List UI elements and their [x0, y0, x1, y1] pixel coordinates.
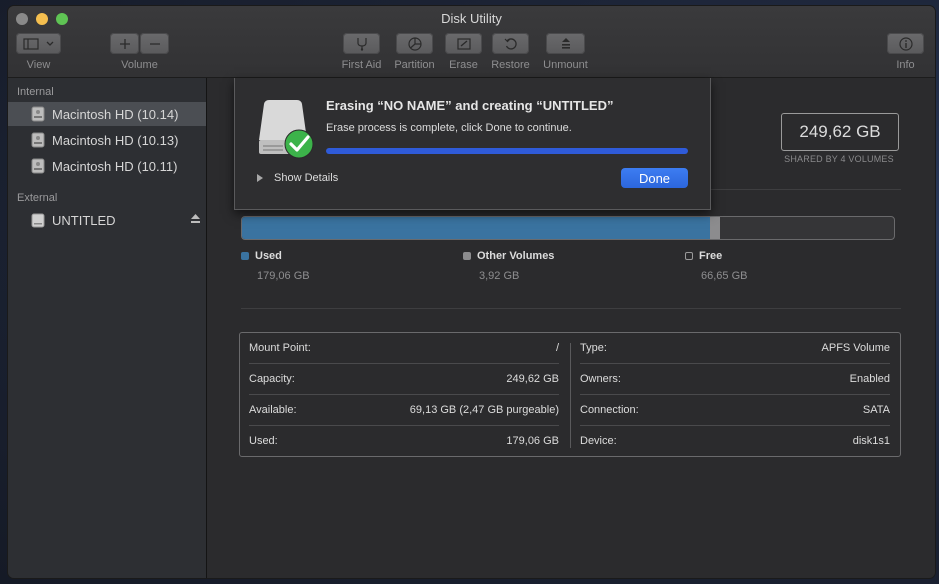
shared-volumes-label: SHARED BY 4 VOLUMES	[784, 154, 894, 164]
internal-disk-icon	[31, 132, 45, 148]
unmount-icon	[561, 37, 570, 49]
info-value: 179,06 GB	[506, 435, 559, 447]
erase-progress-sheet: Erasing “NO NAME” and creating “UNTITLED…	[234, 78, 711, 210]
volume-capacity: 249,62 GB	[781, 113, 899, 151]
partition-label: Partition	[394, 59, 435, 71]
sidebar-item-label: Macintosh HD (10.14)	[52, 106, 179, 122]
remove-volume-button[interactable]	[140, 33, 169, 54]
info-key: Owners:	[580, 373, 621, 385]
view-label: View	[26, 59, 51, 71]
info-key: Device:	[580, 435, 617, 447]
column-divider	[570, 343, 571, 448]
legend-used-name: Used	[255, 250, 282, 262]
done-button[interactable]: Done	[621, 168, 688, 188]
legend-other-volumes: Other Volumes 3,92 GB	[463, 250, 555, 282]
info-icon	[898, 36, 913, 51]
external-section-header: External	[17, 192, 58, 204]
sidebar-item-macintosh-hd-10-14[interactable]: Macintosh HD (10.14)	[8, 102, 206, 126]
view-button[interactable]	[16, 33, 61, 54]
info-key: Available:	[249, 404, 297, 416]
legend-free-name: Free	[699, 250, 723, 262]
sheet-message: Erase process is complete, click Done to…	[326, 122, 572, 134]
info-row-connection: Connection: SATA	[580, 395, 890, 426]
used-swatch	[241, 252, 249, 260]
info-key: Mount Point:	[249, 342, 311, 354]
erase-progress-bar	[326, 148, 688, 154]
unmount-label: Unmount	[543, 59, 588, 71]
info-value: /	[555, 342, 559, 354]
sidebar-item-macintosh-hd-10-13[interactable]: Macintosh HD (10.13)	[8, 128, 206, 152]
volume-info-table: Mount Point: / Capacity: 249,62 GB Avail…	[239, 332, 901, 457]
sidebar-icon	[22, 37, 53, 50]
free-swatch	[685, 252, 693, 260]
partition-button[interactable]	[396, 33, 433, 54]
sidebar-item-untitled[interactable]: UNTITLED	[8, 208, 206, 232]
info-row-used: Used: 179,06 GB	[249, 426, 559, 457]
info-value: Enabled	[849, 373, 890, 385]
add-volume-button[interactable]	[110, 33, 139, 54]
info-row-device: Device: disk1s1	[580, 426, 890, 457]
info-key: Capacity:	[249, 373, 295, 385]
volume-label: Volume	[121, 59, 158, 71]
legend-free-value: 66,65 GB	[701, 270, 748, 282]
info-button[interactable]	[887, 33, 924, 54]
legend-used-value: 179,06 GB	[257, 270, 310, 282]
info-key: Connection:	[580, 404, 639, 416]
usage-bar	[241, 216, 895, 240]
info-value: SATA	[862, 404, 890, 416]
stethoscope-icon	[356, 37, 367, 51]
sidebar-item-macintosh-hd-10-11[interactable]: Macintosh HD (10.11)	[8, 154, 206, 178]
usage-bar-other-segment	[709, 217, 720, 239]
eject-icon[interactable]	[191, 214, 200, 224]
info-key: Used:	[249, 435, 278, 447]
restore-button[interactable]	[492, 33, 529, 54]
info-value: APFS Volume	[821, 342, 890, 354]
info-value: 69,13 GB (2,47 GB purgeable)	[409, 404, 559, 416]
window-title: Disk Utility	[441, 11, 502, 26]
sheet-title: Erasing “NO NAME” and creating “UNTITLED…	[326, 98, 614, 113]
disclosure-triangle-icon	[257, 174, 263, 182]
info-row-available: Available: 69,13 GB (2,47 GB purgeable)	[249, 395, 559, 426]
usage-bar-used-segment	[242, 217, 710, 239]
show-details-label: Show Details	[274, 172, 339, 184]
toolbar: Disk Utility View Volume First Aid Parti…	[8, 6, 935, 78]
info-key: Type:	[580, 342, 607, 354]
internal-disk-icon	[31, 106, 45, 122]
minus-icon	[149, 42, 160, 45]
info-row-owners: Owners: Enabled	[580, 364, 890, 395]
info-value: 249,62 GB	[506, 373, 559, 385]
divider	[241, 308, 901, 309]
internal-section-header: Internal	[17, 86, 54, 98]
drive-success-icon	[259, 100, 314, 159]
disk-utility-window: Disk Utility View Volume First Aid Parti…	[8, 6, 935, 578]
external-disk-icon	[31, 213, 45, 228]
info-label: Info	[896, 59, 915, 71]
first-aid-label: First Aid	[341, 59, 382, 71]
erase-button[interactable]	[445, 33, 482, 54]
restore-icon	[504, 37, 517, 50]
legend-other-name: Other Volumes	[477, 250, 555, 262]
sidebar-item-label: Macintosh HD (10.11)	[52, 158, 178, 174]
sidebar: Internal Macintosh HD (10.14) Macintosh …	[8, 78, 207, 578]
info-row-type: Type: APFS Volume	[580, 333, 890, 364]
legend-used: Used 179,06 GB	[241, 250, 310, 282]
plus-icon	[119, 38, 130, 49]
first-aid-button[interactable]	[343, 33, 380, 54]
show-details-toggle[interactable]: Show Details	[257, 172, 338, 184]
info-value: disk1s1	[852, 435, 890, 447]
sidebar-item-label: UNTITLED	[52, 212, 116, 228]
erase-icon	[456, 37, 471, 50]
pie-partition-icon	[407, 36, 422, 51]
erase-label: Erase	[449, 59, 478, 71]
legend-free: Free 66,65 GB	[685, 250, 747, 282]
info-row-capacity: Capacity: 249,62 GB	[249, 364, 559, 395]
restore-label: Restore	[491, 59, 530, 71]
unmount-button[interactable]	[546, 33, 585, 54]
info-row-mount-point: Mount Point: /	[249, 333, 559, 364]
legend-other-value: 3,92 GB	[479, 270, 520, 282]
other-volumes-swatch	[463, 252, 471, 260]
sidebar-item-label: Macintosh HD (10.13)	[52, 132, 179, 148]
internal-disk-icon	[31, 158, 45, 174]
